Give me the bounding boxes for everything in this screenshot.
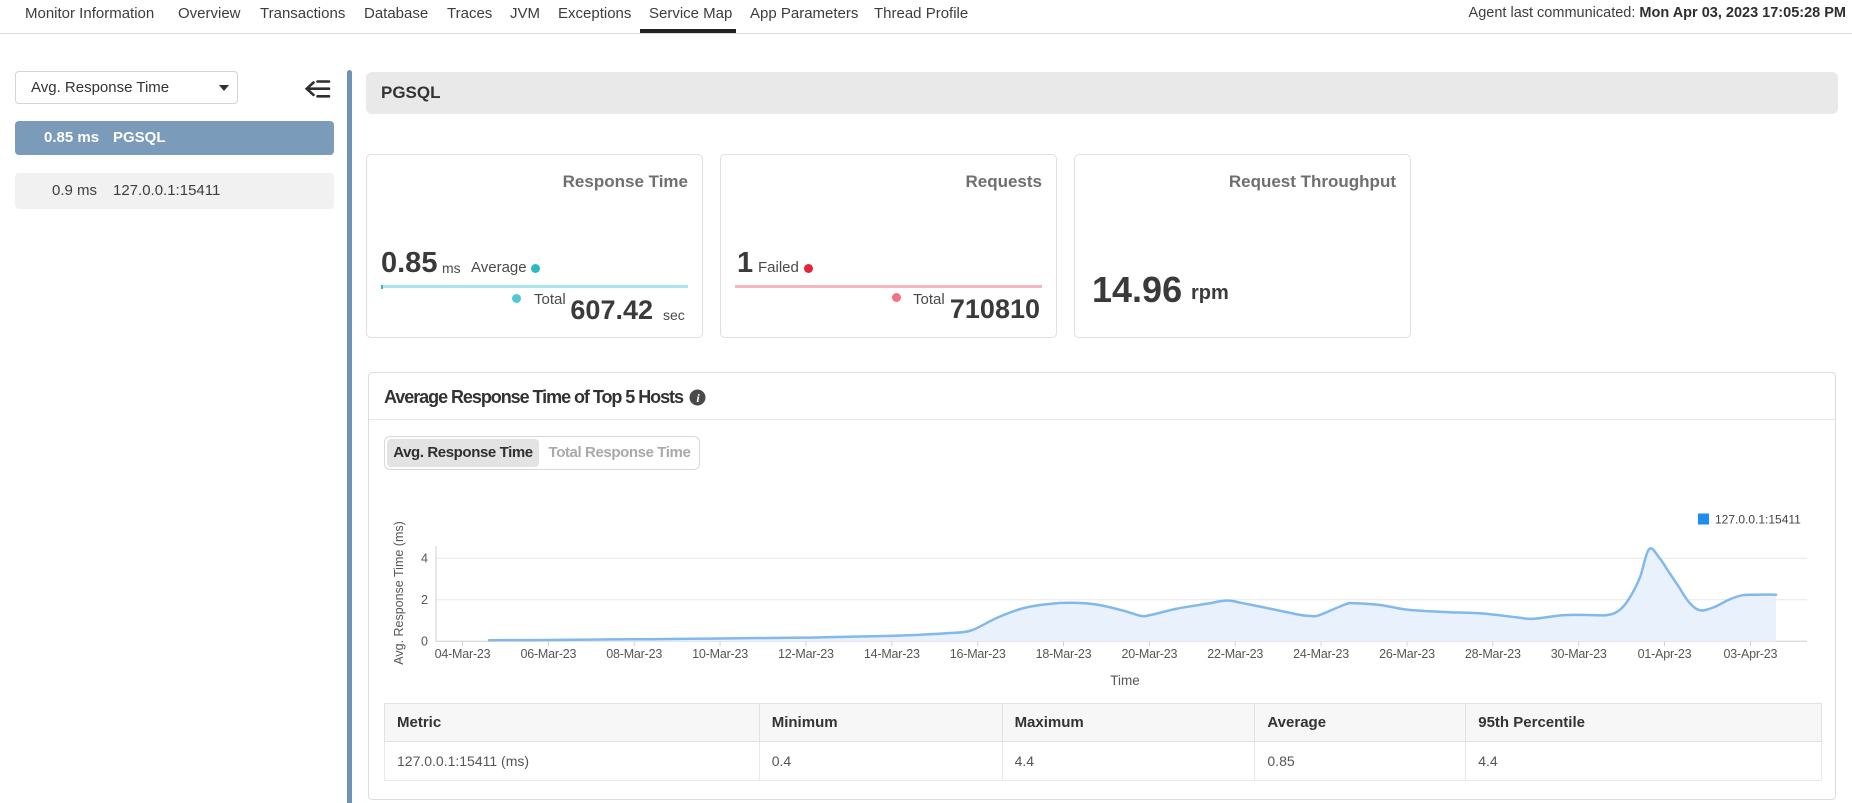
svg-text:26-Mar-23: 26-Mar-23 bbox=[1379, 647, 1435, 661]
svg-text:Time: Time bbox=[1110, 673, 1140, 688]
svg-text:06-Mar-23: 06-Mar-23 bbox=[520, 647, 576, 661]
svg-text:10-Mar-23: 10-Mar-23 bbox=[692, 647, 748, 661]
svg-text:Avg. Response Time (ms): Avg. Response Time (ms) bbox=[392, 521, 406, 665]
svg-text:08-Mar-23: 08-Mar-23 bbox=[606, 647, 662, 661]
svg-text:04-Mar-23: 04-Mar-23 bbox=[435, 647, 491, 661]
svg-text:03-Apr-23: 03-Apr-23 bbox=[1724, 647, 1778, 661]
svg-text:30-Mar-23: 30-Mar-23 bbox=[1551, 647, 1607, 661]
svg-text:01-Apr-23: 01-Apr-23 bbox=[1638, 647, 1692, 661]
svg-text:22-Mar-23: 22-Mar-23 bbox=[1207, 647, 1263, 661]
svg-text:2: 2 bbox=[421, 593, 428, 607]
svg-text:12-Mar-23: 12-Mar-23 bbox=[778, 647, 834, 661]
svg-text:16-Mar-23: 16-Mar-23 bbox=[950, 647, 1006, 661]
svg-text:28-Mar-23: 28-Mar-23 bbox=[1465, 647, 1521, 661]
svg-text:0: 0 bbox=[421, 635, 428, 649]
svg-text:14-Mar-23: 14-Mar-23 bbox=[864, 647, 920, 661]
svg-text:20-Mar-23: 20-Mar-23 bbox=[1121, 647, 1177, 661]
svg-text:24-Mar-23: 24-Mar-23 bbox=[1293, 647, 1349, 661]
svg-text:127.0.0.1:15411: 127.0.0.1:15411 bbox=[1715, 513, 1801, 527]
svg-text:18-Mar-23: 18-Mar-23 bbox=[1036, 647, 1092, 661]
svg-text:4: 4 bbox=[421, 552, 428, 566]
